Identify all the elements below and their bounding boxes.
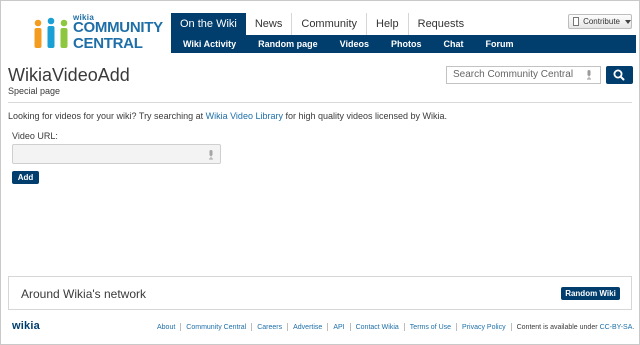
header-divider [8, 102, 632, 103]
microphone-icon[interactable] [208, 150, 214, 160]
microphone-icon[interactable] [586, 70, 592, 80]
footer-separator [403, 323, 405, 331]
page-subtitle: Special page [8, 86, 61, 96]
footer-link-community-central[interactable]: Community Central [186, 324, 246, 331]
footer-link-advertise[interactable]: Advertise [293, 324, 322, 331]
footer-separator [287, 323, 289, 331]
footer-link-privacy[interactable]: Privacy Policy [462, 324, 506, 331]
search-input[interactable]: Search Community Central [446, 66, 601, 84]
page-title: WikiaVideoAdd [8, 65, 130, 85]
footer-separator [349, 323, 351, 331]
tab-requests[interactable]: Requests [408, 13, 474, 35]
search-button[interactable] [606, 66, 633, 84]
community-figures-icon [34, 17, 68, 48]
network-title: Around Wikia's network [21, 287, 147, 301]
footer-wikia-logo[interactable]: wikia [12, 320, 40, 332]
search-placeholder: Search Community Central [453, 69, 574, 80]
tab-help[interactable]: Help [367, 13, 409, 35]
video-url-field[interactable] [12, 144, 221, 164]
intro-text: Looking for videos for your wiki? Try se… [8, 111, 447, 121]
footer-link-careers[interactable]: Careers [257, 324, 282, 331]
contribute-button[interactable]: Contribute [568, 14, 632, 29]
footer-link-about[interactable]: About [157, 324, 175, 331]
tab-news[interactable]: News [245, 13, 293, 35]
video-url-label: Video URL: [12, 131, 58, 141]
footer-separator [251, 323, 253, 331]
contribute-label: Contribute [583, 17, 620, 26]
footer-separator [180, 323, 182, 331]
license-link[interactable]: CC-BY-SA. [600, 324, 635, 331]
subnav-random-page[interactable]: Random page [258, 35, 318, 53]
add-button[interactable]: Add [12, 171, 39, 184]
magnifier-icon [613, 69, 625, 81]
random-wiki-button[interactable]: Random Wiki [561, 287, 620, 300]
license-text: Content is available under [516, 323, 598, 331]
video-library-link[interactable]: Wikia Video Library [206, 111, 283, 121]
logo-community-text: COMMUNITY [73, 19, 163, 36]
intro-after: for high quality videos licensed by Wiki… [282, 111, 448, 121]
subnav-videos[interactable]: Videos [340, 35, 369, 53]
top-navigation: On the Wiki News Community Help Requests [171, 13, 474, 35]
subnav-photos[interactable]: Photos [391, 35, 422, 53]
footer-separator [510, 323, 512, 331]
subnav-wiki-activity[interactable]: Wiki Activity [183, 35, 236, 53]
sub-navigation: Wiki Activity Random page Videos Photos … [171, 35, 636, 53]
footer-separator [327, 323, 329, 331]
subnav-forum[interactable]: Forum [485, 35, 513, 53]
footer-separator [456, 323, 458, 331]
footer-link-contact[interactable]: Contact Wikia [356, 324, 399, 331]
tab-community[interactable]: Community [292, 13, 367, 35]
footer-links: About Community Central Careers Advertis… [157, 323, 634, 331]
tab-on-the-wiki[interactable]: On the Wiki [171, 13, 246, 35]
intro-before: Looking for videos for your wiki? Try se… [8, 111, 206, 121]
document-icon [573, 17, 580, 26]
subnav-chat[interactable]: Chat [443, 35, 463, 53]
network-panel: Around Wikia's network Random Wiki [8, 276, 632, 310]
footer-link-terms[interactable]: Terms of Use [410, 324, 451, 331]
chevron-down-icon [625, 19, 631, 24]
logo-central-text: CENTRAL [73, 35, 143, 52]
community-central-logo[interactable]: wikia COMMUNITY CENTRAL [33, 13, 163, 53]
footer-link-api[interactable]: API [333, 324, 344, 331]
